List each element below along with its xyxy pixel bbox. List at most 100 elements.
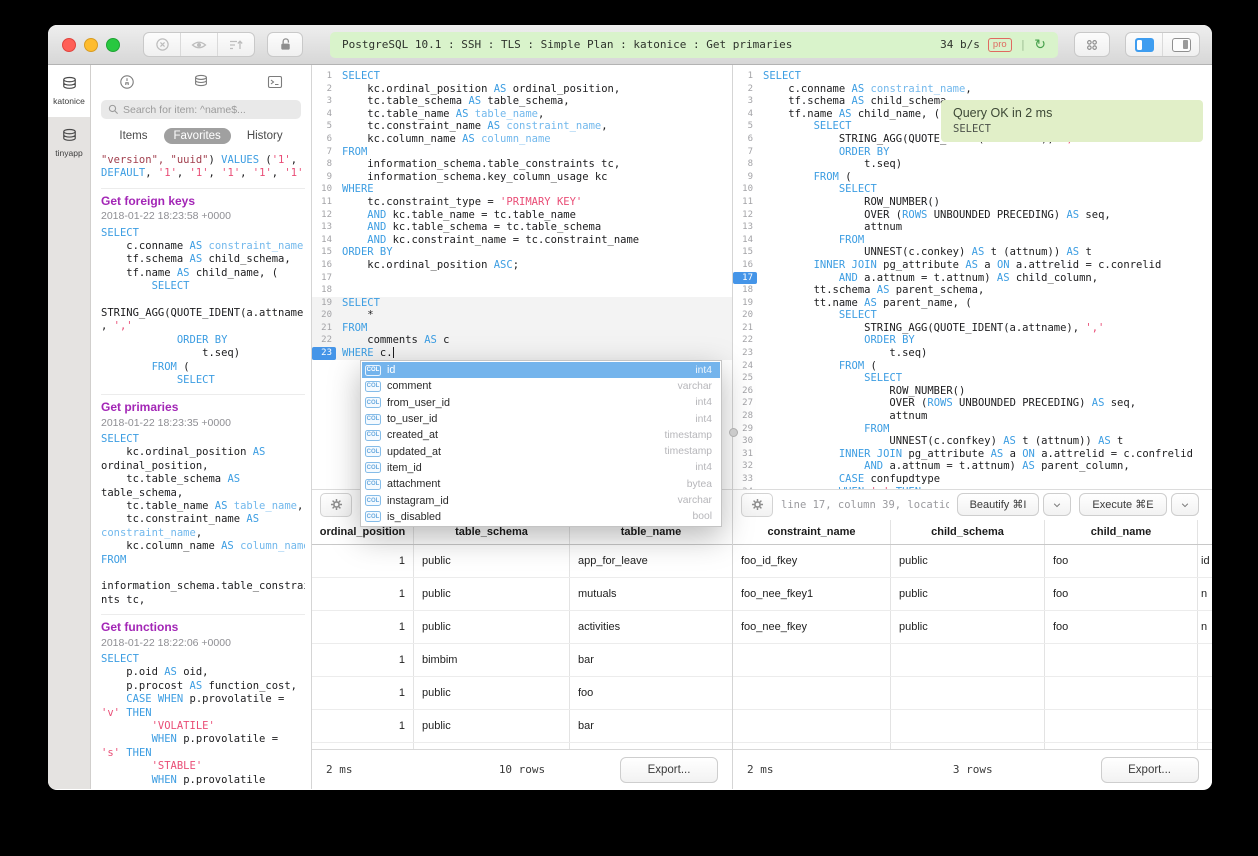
- favorite-item[interactable]: Get functions2018-01-22 18:22:06 +0000SE…: [101, 615, 305, 789]
- table-cell[interactable]: foo: [570, 677, 732, 709]
- autocomplete-item[interactable]: COLitem_idint4: [362, 460, 720, 476]
- autocomplete-item[interactable]: COLcreated_attimestamp: [362, 427, 720, 443]
- table-cell[interactable]: foo_id_fkey: [733, 545, 891, 577]
- code-line[interactable]: 26 ROW_NUMBER(): [733, 385, 1212, 398]
- table-row[interactable]: foo_nee_fkey1publicfoon: [733, 578, 1212, 611]
- table-row[interactable]: foo_nee_fkeypublicfoon: [733, 611, 1212, 644]
- table-cell[interactable]: 1: [312, 611, 414, 643]
- table-cell[interactable]: [1045, 644, 1198, 676]
- table-row[interactable]: 1publicfoo: [312, 677, 732, 710]
- column-header[interactable]: child_name: [1045, 520, 1198, 544]
- column-header[interactable]: [1198, 520, 1212, 544]
- table-row[interactable]: 1publicactivities: [312, 611, 732, 644]
- table-cell[interactable]: 1: [312, 677, 414, 709]
- code-line[interactable]: 12 OVER (ROWS UNBOUNDED PRECEDING) AS se…: [733, 209, 1212, 222]
- column-header[interactable]: constraint_name: [733, 520, 891, 544]
- code-line[interactable]: 5 tc.constraint_name AS constraint_name,: [312, 120, 732, 133]
- autocomplete-item[interactable]: COLupdated_attimestamp: [362, 443, 720, 459]
- table-cell[interactable]: 1: [312, 710, 414, 742]
- table-cell[interactable]: [733, 710, 891, 742]
- table-cell[interactable]: foo: [1045, 545, 1198, 577]
- favorite-item[interactable]: Get foreign keys2018-01-22 18:23:58 +000…: [101, 189, 305, 396]
- code-line[interactable]: 18 tt.schema AS parent_schema,: [733, 284, 1212, 297]
- table-cell[interactable]: bar: [570, 644, 732, 676]
- autocomplete-item[interactable]: COLis_disabledbool: [362, 509, 720, 525]
- table-cell[interactable]: [1198, 644, 1212, 676]
- connection-tinyapp[interactable]: tinyapp: [48, 117, 90, 169]
- code-line[interactable]: 16 kc.ordinal_position ASC;: [312, 259, 732, 272]
- close-circle-button[interactable]: [144, 33, 181, 56]
- open-items-button[interactable]: [1074, 32, 1110, 57]
- table-row[interactable]: 1publicapp_for_leave: [312, 545, 732, 578]
- code-line[interactable]: 30 UNNEST(c.confkey) AS t (attnum)) AS t: [733, 435, 1212, 448]
- code-line[interactable]: 2 c.conname AS constraint_name,: [733, 83, 1212, 96]
- table-cell[interactable]: foo: [1045, 611, 1198, 643]
- table-cell[interactable]: mutuals: [570, 578, 732, 610]
- favorite-item-partial[interactable]: "version", "uuid") VALUES ('1',DEFAULT, …: [101, 150, 305, 189]
- table-cell[interactable]: public: [414, 710, 570, 742]
- code-line[interactable]: 18: [312, 284, 732, 297]
- code-line[interactable]: 14 FROM: [733, 234, 1212, 247]
- sort-button[interactable]: [218, 33, 254, 56]
- table-cell[interactable]: public: [414, 611, 570, 643]
- preview-button[interactable]: [181, 33, 218, 56]
- table-cell[interactable]: [891, 644, 1045, 676]
- code-line[interactable]: 8 information_schema.table_constraints t…: [312, 158, 732, 171]
- code-line[interactable]: 9 FROM (: [733, 171, 1212, 184]
- table-cell[interactable]: 1: [312, 578, 414, 610]
- table-row[interactable]: [733, 644, 1212, 677]
- code-line[interactable]: 2 kc.ordinal_position AS ordinal_positio…: [312, 83, 732, 96]
- table-row[interactable]: 1bimbimbar: [312, 644, 732, 677]
- table-cell[interactable]: public: [414, 578, 570, 610]
- beautify-options-button[interactable]: [1043, 493, 1071, 516]
- code-line[interactable]: 20 *: [312, 309, 732, 322]
- close-window-button[interactable]: [62, 38, 76, 52]
- table-cell[interactable]: bimbim: [414, 644, 570, 676]
- code-line[interactable]: 28 attnum: [733, 410, 1212, 423]
- table-cell[interactable]: [733, 644, 891, 676]
- code-line[interactable]: 25 SELECT: [733, 372, 1212, 385]
- code-line[interactable]: 29 FROM: [733, 423, 1212, 436]
- autocomplete-item[interactable]: COLfrom_user_idint4: [362, 395, 720, 411]
- table-cell[interactable]: public: [414, 677, 570, 709]
- code-line[interactable]: 24 FROM (: [733, 360, 1212, 373]
- code-line[interactable]: 11 tc.constraint_type = 'PRIMARY KEY': [312, 196, 732, 209]
- code-line[interactable]: 12 AND kc.table_name = tc.table_name: [312, 209, 732, 222]
- table-cell[interactable]: 1: [312, 644, 414, 676]
- code-line[interactable]: 10 SELECT: [733, 183, 1212, 196]
- autocomplete-item[interactable]: COLinstagram_idvarchar: [362, 492, 720, 508]
- table-cell[interactable]: id: [1198, 545, 1212, 577]
- table-cell[interactable]: 1: [312, 545, 414, 577]
- search-input[interactable]: Search for item: ^name$...: [101, 100, 301, 119]
- table-cell[interactable]: bar: [570, 710, 732, 742]
- code-line[interactable]: 17: [312, 272, 732, 285]
- code-line[interactable]: 13 AND kc.table_schema = tc.table_schema: [312, 221, 732, 234]
- code-line[interactable]: 22 ORDER BY: [733, 334, 1212, 347]
- table-cell[interactable]: [891, 710, 1045, 742]
- table-row[interactable]: [733, 677, 1212, 710]
- table-cell[interactable]: [1045, 677, 1198, 709]
- splitter-drag-handle[interactable]: [729, 428, 738, 437]
- code-line[interactable]: 10WHERE: [312, 183, 732, 196]
- code-line[interactable]: 11 ROW_NUMBER(): [733, 196, 1212, 209]
- table-cell[interactable]: public: [414, 545, 570, 577]
- zoom-window-button[interactable]: [106, 38, 120, 52]
- table-cell[interactable]: [1198, 677, 1212, 709]
- code-line[interactable]: 27 OVER (ROWS UNBOUNDED PRECEDING) AS se…: [733, 397, 1212, 410]
- lock-button[interactable]: [267, 32, 303, 57]
- code-line[interactable]: 32 AND a.attnum = t.attnum) AS parent_co…: [733, 460, 1212, 473]
- table-cell[interactable]: foo_nee_fkey: [733, 611, 891, 643]
- terminal-icon[interactable]: [267, 74, 283, 90]
- table-cell[interactable]: n: [1198, 611, 1212, 643]
- table-row[interactable]: [733, 710, 1212, 743]
- table-cell[interactable]: foo: [1045, 578, 1198, 610]
- minimize-window-button[interactable]: [84, 38, 98, 52]
- table-cell[interactable]: n: [1198, 578, 1212, 610]
- beautify-button[interactable]: Beautify ⌘I: [957, 493, 1040, 516]
- code-line[interactable]: 8 t.seq): [733, 158, 1212, 171]
- table-row[interactable]: 1publicbar: [312, 710, 732, 743]
- execute-button[interactable]: Execute ⌘E: [1079, 493, 1166, 516]
- table-cell[interactable]: [733, 677, 891, 709]
- column-header[interactable]: child_schema: [891, 520, 1045, 544]
- refresh-icon[interactable]: ↻: [1034, 38, 1046, 52]
